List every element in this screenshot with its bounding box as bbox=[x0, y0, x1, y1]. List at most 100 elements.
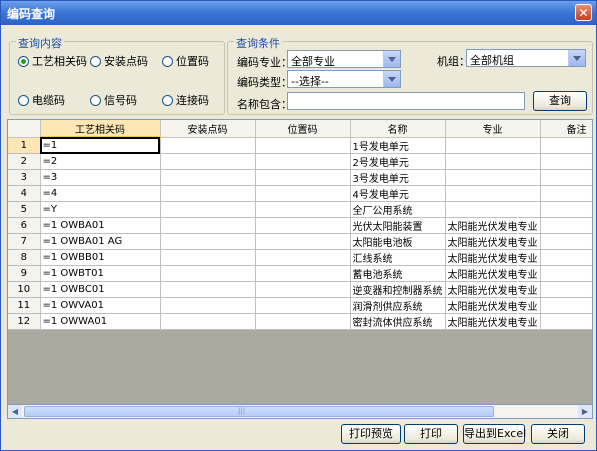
location-code-cell[interactable] bbox=[255, 313, 351, 330]
specialty-cell[interactable]: 太阳能光伏发电专业 bbox=[445, 217, 541, 234]
name-cell[interactable]: 汇线系统 bbox=[350, 249, 446, 266]
table-row[interactable]: 2 =2 2号发电单元 bbox=[8, 153, 592, 170]
table-row[interactable]: 6 =1 OWBA01 光伏太阳能装置 太阳能光伏发电专业 bbox=[8, 217, 592, 234]
remarks-cell[interactable] bbox=[540, 153, 592, 170]
install-code-cell[interactable] bbox=[160, 313, 256, 330]
remarks-cell[interactable] bbox=[540, 281, 592, 298]
install-code-cell[interactable] bbox=[160, 217, 256, 234]
remarks-cell[interactable] bbox=[540, 185, 592, 202]
print-button[interactable]: 打印 bbox=[404, 424, 458, 444]
row-number-cell[interactable]: 5 bbox=[8, 201, 41, 218]
location-code-cell[interactable] bbox=[255, 297, 351, 314]
remarks-cell[interactable] bbox=[540, 137, 592, 154]
table-row[interactable]: 1 =1 1号发电单元 bbox=[8, 137, 592, 154]
radio-location-code[interactable]: 位置码 bbox=[162, 53, 209, 69]
table-row[interactable]: 8 =1 OWBB01 汇线系统 太阳能光伏发电专业 bbox=[8, 249, 592, 266]
process-code-cell[interactable]: =1 bbox=[40, 137, 161, 154]
row-number-cell[interactable]: 7 bbox=[8, 233, 41, 250]
location-code-cell[interactable] bbox=[255, 169, 351, 186]
specialty-cell[interactable]: 太阳能光伏发电专业 bbox=[445, 297, 541, 314]
process-code-cell[interactable]: =Y bbox=[40, 201, 161, 218]
name-cell[interactable]: 光伏太阳能装置 bbox=[350, 217, 446, 234]
process-code-cell[interactable]: =1 OWBA01 AG bbox=[40, 233, 161, 250]
specialty-cell[interactable]: 太阳能光伏发电专业 bbox=[445, 313, 541, 330]
location-code-cell[interactable] bbox=[255, 185, 351, 202]
process-code-cell[interactable]: =1 OWBA01 bbox=[40, 217, 161, 234]
row-number-cell[interactable]: 11 bbox=[8, 297, 41, 314]
location-code-cell[interactable] bbox=[255, 153, 351, 170]
specialty-cell[interactable]: 太阳能光伏发电专业 bbox=[445, 233, 541, 250]
table-row[interactable]: 10 =1 OWBC01 逆变器和控制器系统 太阳能光伏发电专业 bbox=[8, 281, 592, 298]
process-code-cell[interactable]: =1 OWBB01 bbox=[40, 249, 161, 266]
remarks-cell[interactable] bbox=[540, 233, 592, 250]
print-preview-button[interactable]: 打印预览 bbox=[341, 424, 401, 444]
results-grid[interactable]: 工艺相关码 安装点码 位置码 名称 专业 备注 1 =1 1号发电单元 2 =2 2号发电… bbox=[7, 119, 593, 419]
remarks-cell[interactable] bbox=[540, 297, 592, 314]
radio-install-point-code[interactable]: 安装点码 bbox=[90, 53, 148, 69]
process-code-cell[interactable]: =1 OWBT01 bbox=[40, 265, 161, 282]
row-number-cell[interactable]: 9 bbox=[8, 265, 41, 282]
install-code-cell[interactable] bbox=[160, 297, 256, 314]
name-cell[interactable]: 逆变器和控制器系统 bbox=[350, 281, 446, 298]
close-window-button[interactable]: ✕ bbox=[575, 4, 592, 21]
name-cell[interactable]: 2号发电单元 bbox=[350, 153, 446, 170]
search-button[interactable]: 查询 bbox=[533, 91, 587, 111]
specialty-select[interactable]: 全部专业 bbox=[287, 50, 401, 68]
name-cell[interactable]: 密封流体供应系统 bbox=[350, 313, 446, 330]
table-row[interactable]: 7 =1 OWBA01 AG 太阳能电池板 太阳能光伏发电专业 bbox=[8, 233, 592, 250]
row-number-cell[interactable]: 1 bbox=[8, 137, 41, 154]
process-code-cell[interactable]: =1 OWVA01 bbox=[40, 297, 161, 314]
name-contains-input[interactable] bbox=[287, 92, 525, 110]
row-number-cell[interactable]: 10 bbox=[8, 281, 41, 298]
row-number-cell[interactable]: 8 bbox=[8, 249, 41, 266]
location-code-cell[interactable] bbox=[255, 249, 351, 266]
table-row[interactable]: 9 =1 OWBT01 蓄电池系统 太阳能光伏发电专业 bbox=[8, 265, 592, 282]
remarks-cell[interactable] bbox=[540, 265, 592, 282]
corner-cell[interactable] bbox=[8, 120, 41, 138]
name-cell[interactable]: 3号发电单元 bbox=[350, 169, 446, 186]
specialty-cell[interactable] bbox=[445, 185, 541, 202]
install-code-cell[interactable] bbox=[160, 249, 256, 266]
radio-signal-code[interactable]: 信号码 bbox=[90, 92, 137, 108]
radio-process-code[interactable]: 工艺相关码 bbox=[18, 53, 87, 69]
specialty-cell[interactable] bbox=[445, 201, 541, 218]
install-code-cell[interactable] bbox=[160, 281, 256, 298]
row-number-cell[interactable]: 12 bbox=[8, 313, 41, 330]
radio-cable-code[interactable]: 电缆码 bbox=[18, 92, 65, 108]
table-row[interactable]: 3 =3 3号发电单元 bbox=[8, 169, 592, 186]
chevron-down-icon[interactable] bbox=[568, 50, 585, 66]
install-code-cell[interactable] bbox=[160, 201, 256, 218]
remarks-cell[interactable] bbox=[540, 249, 592, 266]
specialty-cell[interactable]: 太阳能光伏发电专业 bbox=[445, 281, 541, 298]
process-code-cell[interactable]: =2 bbox=[40, 153, 161, 170]
row-number-cell[interactable]: 4 bbox=[8, 185, 41, 202]
table-row[interactable]: 5 =Y 全厂公用系统 bbox=[8, 201, 592, 218]
unit-select[interactable]: 全部机组 bbox=[466, 49, 586, 67]
column-header-name[interactable]: 名称 bbox=[350, 120, 446, 138]
install-code-cell[interactable] bbox=[160, 233, 256, 250]
remarks-cell[interactable] bbox=[540, 217, 592, 234]
install-code-cell[interactable] bbox=[160, 265, 256, 282]
table-row[interactable]: 4 =4 4号发电单元 bbox=[8, 185, 592, 202]
remarks-cell[interactable] bbox=[540, 169, 592, 186]
process-code-cell[interactable]: =4 bbox=[40, 185, 161, 202]
title-bar[interactable]: 编码查询 ✕ bbox=[1, 1, 596, 25]
radio-connection-code[interactable]: 连接码 bbox=[162, 92, 209, 108]
install-code-cell[interactable] bbox=[160, 137, 256, 154]
horizontal-scrollbar[interactable]: ◀ ||| ▶ bbox=[7, 404, 593, 419]
name-cell[interactable]: 润滑剂供应系统 bbox=[350, 297, 446, 314]
row-number-cell[interactable]: 3 bbox=[8, 169, 41, 186]
specialty-cell[interactable]: 太阳能光伏发电专业 bbox=[445, 265, 541, 282]
name-cell[interactable]: 1号发电单元 bbox=[350, 137, 446, 154]
location-code-cell[interactable] bbox=[255, 217, 351, 234]
row-number-cell[interactable]: 2 bbox=[8, 153, 41, 170]
process-code-cell[interactable]: =1 OWWA01 bbox=[40, 313, 161, 330]
chevron-down-icon[interactable] bbox=[383, 71, 400, 87]
column-header-process-code[interactable]: 工艺相关码 bbox=[40, 120, 161, 138]
chevron-down-icon[interactable] bbox=[383, 51, 400, 67]
table-row[interactable]: 12 =1 OWWA01 密封流体供应系统 太阳能光伏发电专业 bbox=[8, 313, 592, 330]
name-cell[interactable]: 太阳能电池板 bbox=[350, 233, 446, 250]
install-code-cell[interactable] bbox=[160, 153, 256, 170]
close-button[interactable]: 关闭 bbox=[531, 424, 585, 444]
specialty-cell[interactable] bbox=[445, 137, 541, 154]
